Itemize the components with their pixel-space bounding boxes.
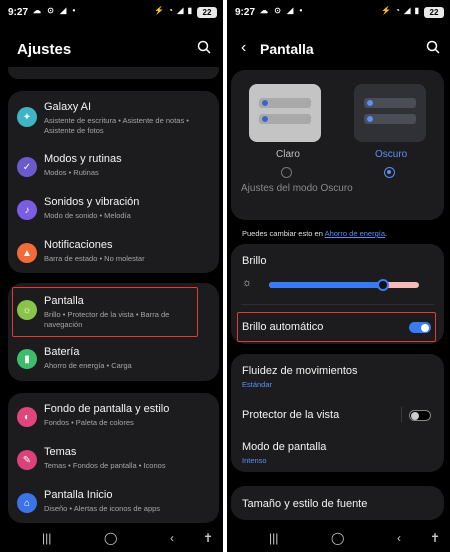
page-title: Ajustes [17,41,72,58]
item-title: Pantalla Inicio [44,489,113,501]
item-title: Sonidos y vibración [44,196,140,208]
dark-theme-radio[interactable] [384,167,395,178]
eye-protection-toggle[interactable] [409,410,431,421]
sparkle-icon: ✦ [17,107,37,127]
item-title: Galaxy AI [44,101,92,113]
settings-item-battery[interactable]: ▮ Batería Ahorro de energía • Carga [8,345,219,381]
speaker-icon: ♪ [17,200,37,220]
settings-item-sounds[interactable]: ♪ Sonidos y vibración Modo de sonido • M… [8,194,219,230]
back-icon[interactable]: ‹ [170,531,174,545]
light-theme-preview[interactable] [249,84,321,142]
search-icon[interactable] [426,40,440,57]
brightness-knob[interactable] [377,279,389,291]
settings-group-3: ◐ Fondo de pantalla y estilo Fondos • Pa… [8,393,219,523]
home-nav-icon[interactable]: ◯ [104,531,117,545]
item-subtitle: Ahorro de energía • Carga [44,361,132,370]
toggle-knob [411,411,419,420]
navigation-bar: ||| ◯ ‹ ✝ [227,524,450,552]
highlight-box [237,312,436,342]
motion-title: Fluidez de movimientos [242,365,358,377]
home-nav-icon[interactable]: ◯ [331,531,344,545]
brightness-fill [269,282,383,288]
motion-smoothness-row[interactable]: Fluidez de movimientos Estándar [231,362,444,392]
brush-icon: ✎ [17,450,37,470]
screen-mode-row[interactable]: Modo de pantalla Intenso [231,438,444,468]
status-system-icons: ⚡ ◔ ◢ ▮ [153,6,193,15]
font-card[interactable]: Tamaño y estilo de fuente [231,486,444,520]
hint-suffix: . [385,229,388,238]
item-subtitle: Barra de estado • No molestar [44,254,145,263]
accessibility-icon[interactable]: ✝ [430,531,440,545]
settings-item-wallpaper[interactable]: ◐ Fondo de pantalla y estilo Fondos • Pa… [8,401,219,437]
item-subtitle: Fondos • Paleta de colores [44,418,134,427]
accessibility-icon[interactable]: ✝ [203,531,213,545]
settings-item-home-screen[interactable]: ⌂ Pantalla Inicio Diseño • Alertas de ic… [8,487,219,523]
item-subtitle: Temas • Fondos de pantalla • Iconos [44,461,166,470]
item-title: Modos y rutinas [44,153,122,165]
screen-mode-value: Intenso [242,456,267,465]
status-notification-icons: ☁ ⊙ ◢ • [33,6,78,15]
settings-screen: 9:27 ☁ ⊙ ◢ • ⚡ ◔ ◢ ▮ 22 Ajustes ✦ Galaxy… [0,0,223,552]
screen-mode-title: Modo de pantalla [242,441,327,453]
recents-icon[interactable]: ||| [42,531,51,545]
settings-item-themes[interactable]: ✎ Temas Temas • Fondos de pantalla • Ico… [8,444,219,480]
search-icon[interactable] [197,40,211,57]
battery-icon: ▮ [17,349,37,369]
power-saving-link[interactable]: Ahorro de energía [325,229,385,238]
divider [241,304,434,305]
power-saving-hint: Puedes cambiar esto en Ahorro de energía… [242,229,387,238]
status-time: 9:27 [8,7,29,18]
item-title: Fondo de pantalla y estilo [44,403,170,415]
item-subtitle: Modos • Rutinas [44,168,99,177]
status-time: 9:27 [235,7,256,18]
page-title: Pantalla [260,41,314,57]
brightness-sun-icon: ☼ [242,277,253,289]
check-circle-icon: ✓ [17,157,37,177]
dark-theme-label: Oscuro [375,149,408,160]
palette-icon: ◐ [17,407,37,427]
status-system-icons: ⚡ ◔ ◢ ▮ [380,6,420,15]
display-settings-card: Fluidez de movimientos Estándar Protecto… [231,354,444,472]
dark-mode-settings[interactable]: Ajustes del modo Oscuro [241,183,353,194]
settings-item-modes[interactable]: ✓ Modos y rutinas Modos • Rutinas [8,151,219,187]
item-subtitle: Diseño • Alertas de iconos de apps [44,504,161,513]
eye-protection-title: Protector de la vista [242,409,340,421]
brightness-label: Brillo [242,255,267,267]
settings-group-1: ✦ Galaxy AI Asistente de escritura • Asi… [8,91,219,273]
hint-text: Puedes cambiar esto en [242,229,325,238]
motion-value: Estándar [242,380,273,389]
previous-card [8,67,219,79]
display-screen: 9:27 ☁ ⊙ ◢ • ⚡ ◔ ◢ ▮ 22 ‹ Pantalla Claro… [227,0,450,552]
light-theme-radio[interactable] [281,167,292,178]
item-title: Notificaciones [44,239,113,251]
battery-icon: 22 [424,7,444,18]
settings-item-notifications[interactable]: ▲ Notificaciones Barra de estado • No mo… [8,237,219,273]
battery-icon: 22 [197,7,217,18]
light-theme-label: Claro [276,149,300,160]
divider [401,407,402,422]
status-bar: 9:27 ☁ ⊙ ◢ • ⚡ ◔ ◢ ▮ 22 [0,0,223,24]
item-title: Temas [44,446,77,458]
back-arrow-icon[interactable]: ‹ [241,39,246,57]
font-title: Tamaño y estilo de fuente [242,498,368,510]
recents-icon[interactable]: ||| [269,531,278,545]
theme-card: Claro Oscuro Ajustes del modo Oscuro [231,70,444,220]
item-subtitle: Modo de sonido • Melodía [44,211,131,220]
bell-icon: ▲ [17,243,37,263]
status-notification-icons: ☁ ⊙ ◢ • [260,6,305,15]
highlight-box [12,287,198,337]
eye-protection-row[interactable]: Protector de la vista [231,404,444,428]
settings-item-galaxy-ai[interactable]: ✦ Galaxy AI Asistente de escritura • Asi… [8,99,219,143]
dark-theme-preview[interactable] [354,84,426,142]
item-subtitle: Asistente de escritura • Asistente de no… [44,116,189,135]
navigation-bar: ||| ◯ ‹ ✝ [0,524,223,552]
item-title: Batería [44,346,80,358]
back-icon[interactable]: ‹ [397,531,401,545]
home-icon: ⌂ [17,493,37,513]
status-bar: 9:27 ☁ ⊙ ◢ • ⚡ ◔ ◢ ▮ 22 [227,0,450,24]
brightness-slider[interactable] [269,279,419,291]
